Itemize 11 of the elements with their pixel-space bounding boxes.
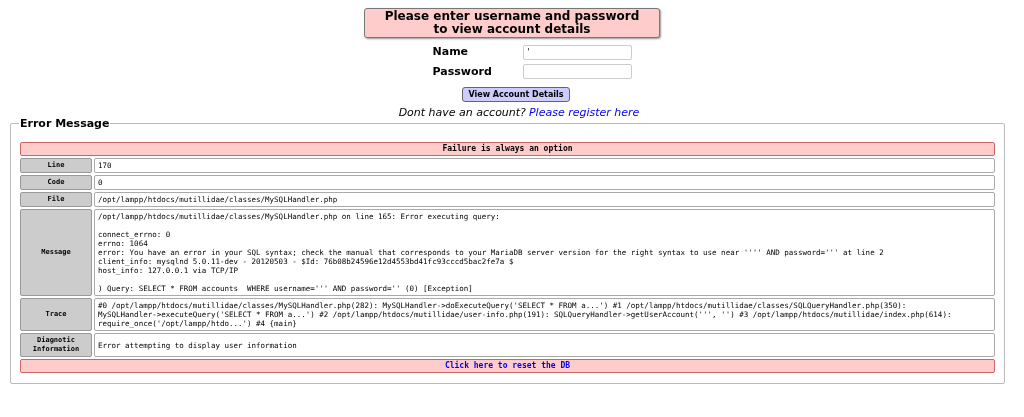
input-field[interactable] [522,64,632,80]
reset-db-link[interactable]: Click here to reset the DB [20,359,995,373]
register-prompt: Dont have an account? [398,106,526,120]
field-label: Password [432,63,493,80]
view-account-details-button[interactable]: View Account Details [462,87,570,102]
panel-legend: Error Message [19,117,111,130]
login-header: Please enter username and password to view account details [364,8,660,38]
register-link[interactable]: Please register here [528,106,640,120]
error-title: Failure is always an option [20,142,995,156]
input-field[interactable]: ' [522,44,632,60]
field-label: Name [432,44,470,60]
